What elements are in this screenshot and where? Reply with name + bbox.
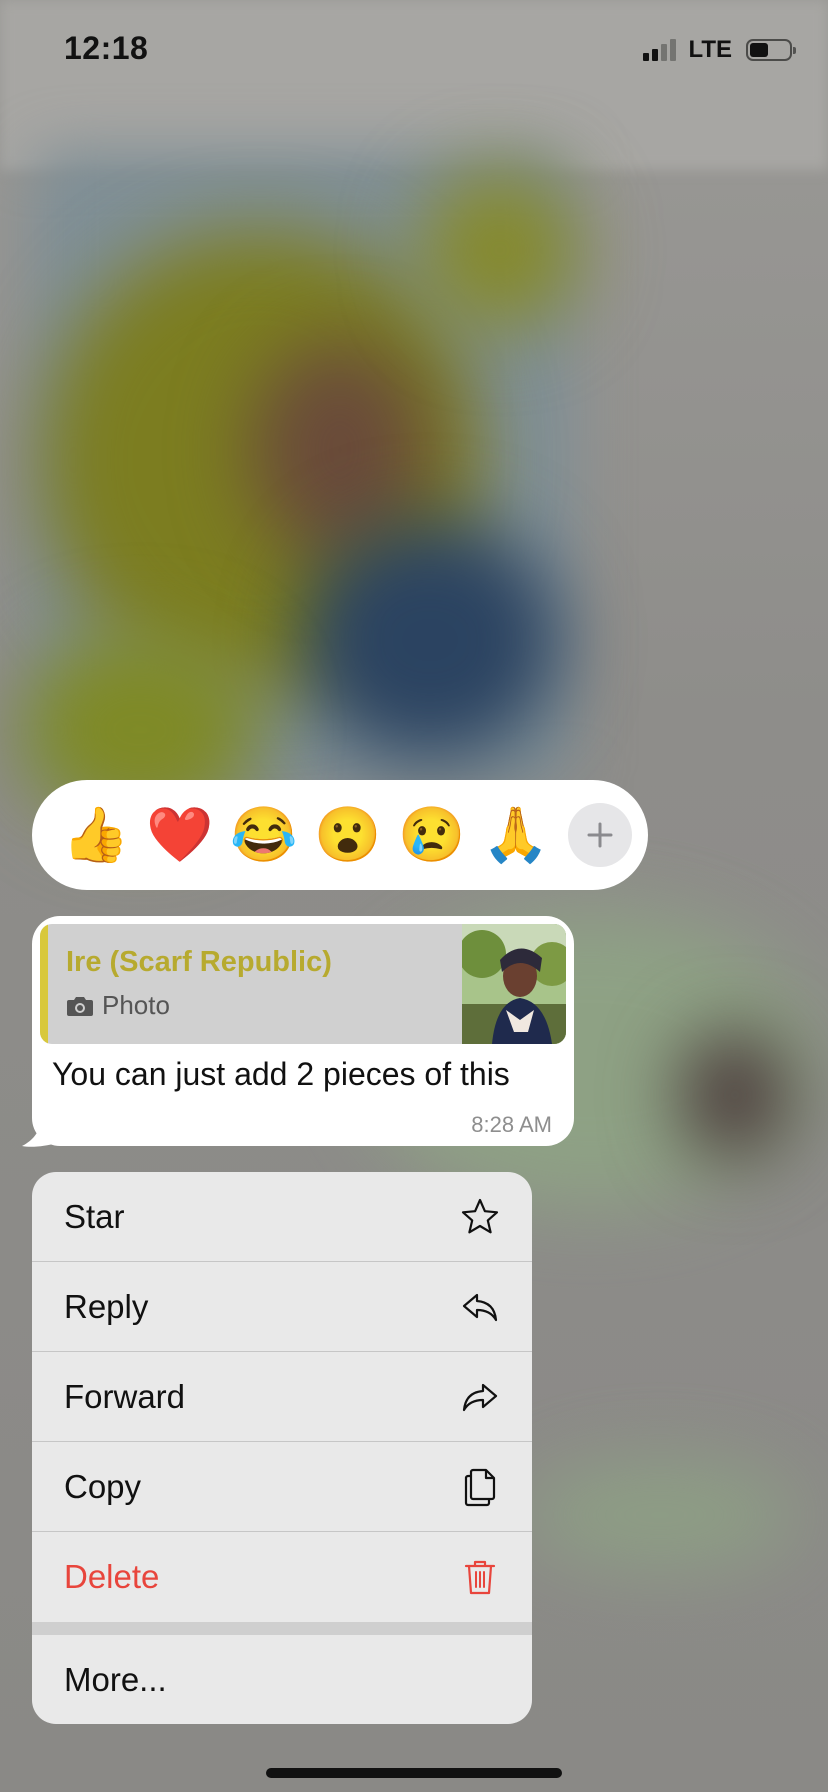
quote-sender: Ire (Scarf Republic) [66, 946, 332, 978]
forward-icon [460, 1377, 500, 1417]
reaction-thumbs-up[interactable]: 👍 [54, 793, 138, 877]
network-label: LTE [688, 36, 732, 63]
status-indicators: LTE [643, 36, 796, 64]
status-time: 12:18 [64, 30, 149, 66]
blurred-foliage-2 [420, 170, 580, 330]
copy-icon [460, 1467, 500, 1507]
trash-icon [460, 1557, 500, 1597]
menu-item-label: Forward [64, 1377, 186, 1415]
quote-type-label: Photo [102, 990, 170, 1020]
menu-item-label: Copy [64, 1467, 142, 1505]
more-reactions-button[interactable] [568, 803, 632, 867]
message-text: You can just add 2 pieces of this [52, 1056, 510, 1092]
reaction-tears-of-joy[interactable]: 😂 [222, 793, 306, 877]
message-timestamp: 8:28 AM [471, 1112, 552, 1137]
status-bar: 12:18 LTE [0, 0, 828, 100]
blurred-green-bubble-2 [520, 1460, 800, 1570]
menu-item-more[interactable]: More... [32, 1635, 532, 1724]
message-bubble[interactable]: Ire (Scarf Republic) Photo You can just … [32, 916, 574, 1146]
blurred-clothes [300, 520, 560, 760]
signal-icon [643, 39, 677, 61]
quote-thumbnail [462, 924, 566, 1044]
menu-item-reply[interactable]: Reply [32, 1262, 532, 1352]
reaction-red-heart[interactable]: ❤️ [138, 793, 222, 877]
menu-separator [32, 1622, 532, 1635]
menu-item-delete[interactable]: Delete [32, 1532, 532, 1622]
menu-item-forward[interactable]: Forward [32, 1352, 532, 1442]
star-icon [460, 1197, 500, 1237]
quote-type: Photo [66, 990, 170, 1021]
menu-item-label: Reply [64, 1287, 149, 1325]
menu-item-label: Star [64, 1197, 125, 1235]
reaction-surprised[interactable]: 😮 [306, 793, 390, 877]
quote-accent-bar [40, 924, 48, 1044]
menu-item-star[interactable]: Star [32, 1172, 532, 1262]
blurred-sticker [680, 1030, 790, 1160]
reaction-crying[interactable]: 😢 [390, 793, 474, 877]
battery-icon [746, 39, 796, 61]
context-menu: Star Reply Forward Copy Delete More... [32, 1172, 532, 1724]
plus-icon [587, 822, 613, 848]
reaction-bar: 👍 ❤️ 😂 😮 😢 🙏 [32, 780, 648, 890]
reply-icon [460, 1287, 500, 1327]
reaction-folded-hands[interactable]: 🙏 [474, 793, 558, 877]
quoted-message[interactable]: Ire (Scarf Republic) Photo [40, 924, 566, 1044]
menu-item-label: More... [64, 1661, 167, 1698]
menu-item-copy[interactable]: Copy [32, 1442, 532, 1532]
menu-item-label: Delete [64, 1558, 160, 1595]
home-indicator [266, 1768, 562, 1778]
camera-icon [67, 996, 93, 1016]
